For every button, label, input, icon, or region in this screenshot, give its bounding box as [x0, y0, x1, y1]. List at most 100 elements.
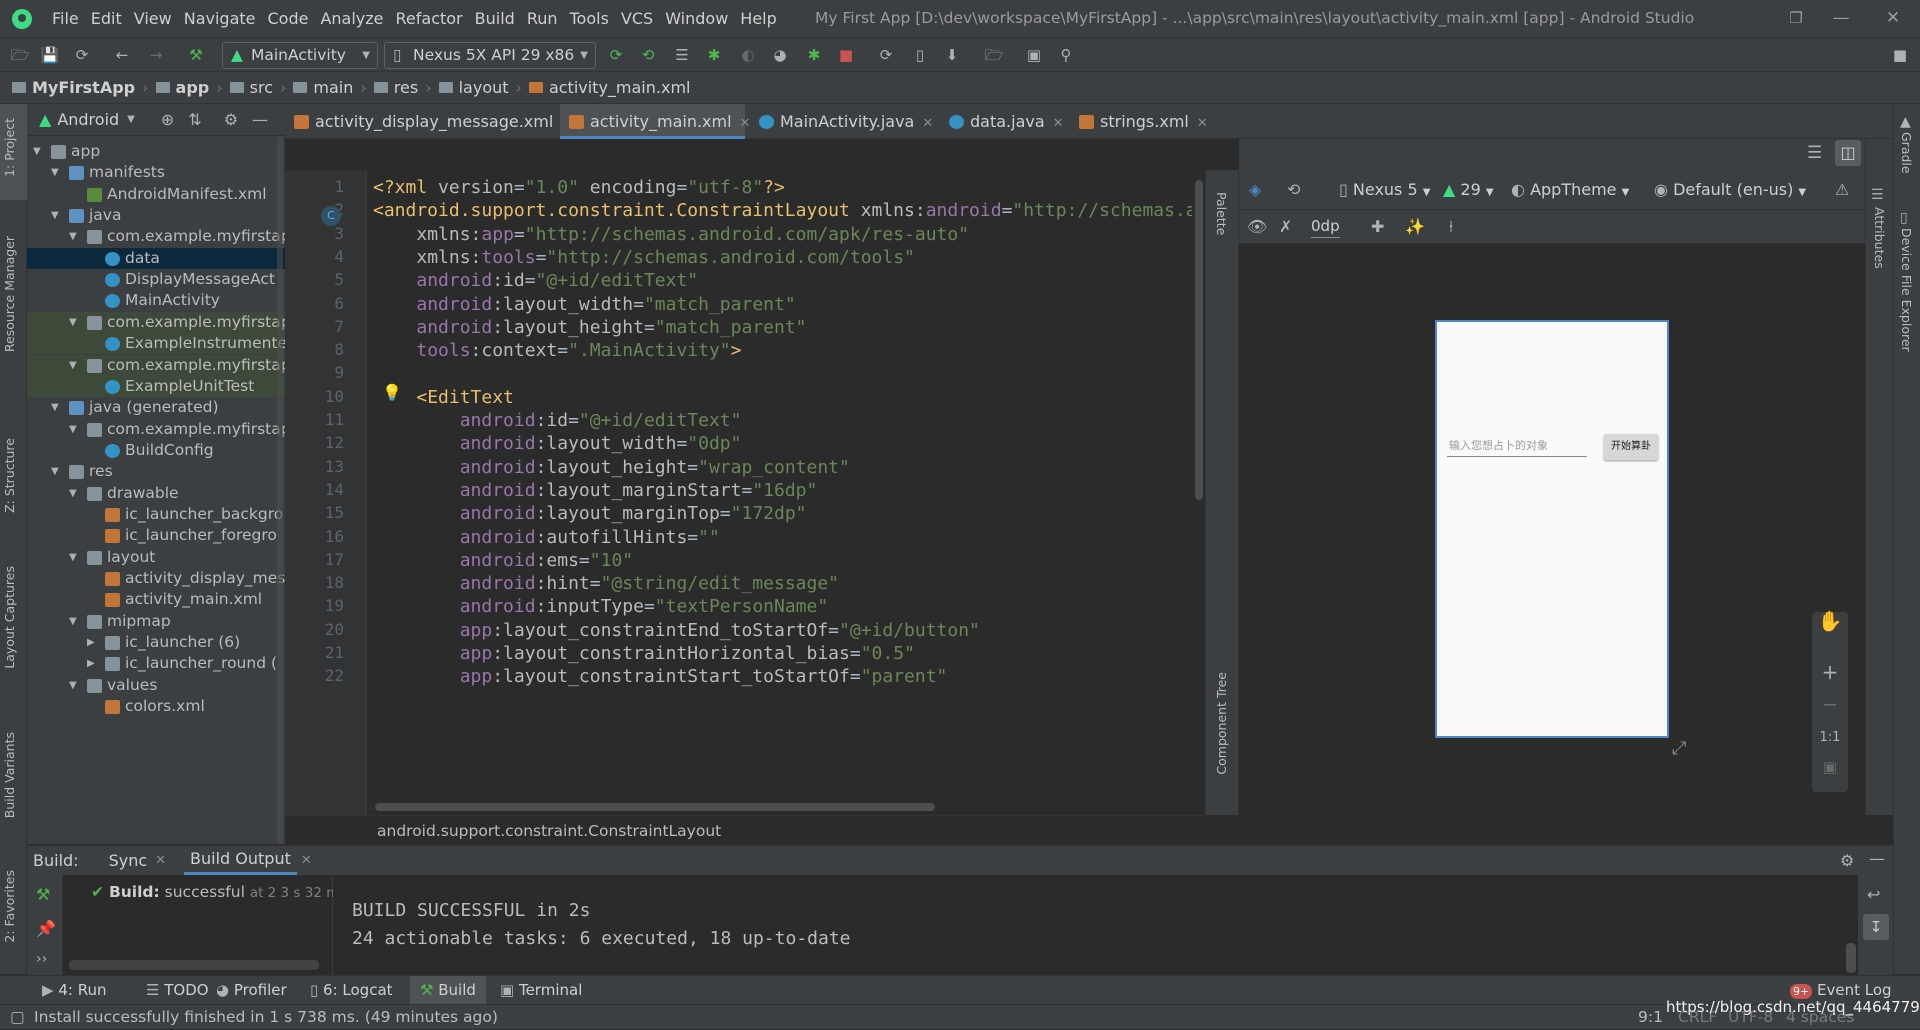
menu-view[interactable]: View [128, 0, 178, 37]
chevron-down-icon[interactable]: ▼ [69, 611, 77, 632]
tree-item[interactable]: AndroidManifest.xml [27, 184, 285, 205]
component-tree-tab[interactable]: Component Tree [1214, 672, 1229, 775]
menu-edit[interactable]: Edit [85, 0, 128, 37]
chevron-down-icon[interactable]: ▼ [69, 419, 77, 440]
apply-changes-icon[interactable]: ⟳ [606, 45, 626, 65]
make-project-icon[interactable]: ⚒ [186, 45, 206, 65]
palette-tab[interactable]: Palette [1214, 192, 1229, 235]
breadcrumb-item[interactable]: app › [155, 78, 230, 97]
avd-manager-icon[interactable]: ▯ [910, 45, 930, 65]
warning-icon[interactable]: ⚠ [1835, 179, 1849, 201]
menu-run[interactable]: Run [521, 0, 564, 37]
tool-tab-build-variants[interactable]: Build Variants [2, 732, 17, 818]
editor-tab[interactable]: activity_main.xml ✕ [560, 104, 750, 139]
tree-item[interactable]: ▼ com.example.myfirstap [27, 419, 285, 440]
breadcrumb-item[interactable]: src › [229, 78, 294, 97]
tool-tab-project[interactable]: 1: Project [2, 118, 17, 177]
sdk-manager-icon[interactable]: ⬇ [942, 45, 962, 65]
menu-help[interactable]: Help [734, 0, 782, 37]
breadcrumb-item[interactable]: main › [293, 78, 373, 97]
gradle-sync-icon[interactable]: ⟳ [876, 45, 896, 65]
tree-item[interactable]: ▶ ic_launcher (6) [27, 632, 285, 653]
make-icon[interactable]: ⚒ [36, 885, 50, 904]
menu-build[interactable]: Build [469, 0, 521, 37]
close-icon[interactable]: ✕ [1866, 0, 1920, 37]
guidelines-icon[interactable]: ⍿ [1449, 216, 1453, 238]
tree-item[interactable]: ExampleUnitTest [27, 375, 285, 397]
chevron-down-icon[interactable]: ▼ [69, 355, 77, 376]
code-view-icon[interactable]: ☰ [1807, 143, 1822, 163]
collapse-all-icon[interactable]: ⇅ [188, 110, 201, 129]
tool-tab-layout-captures[interactable]: Layout Captures [2, 566, 17, 669]
chevron-down-icon[interactable]: ▼ [69, 483, 77, 504]
editor-tab[interactable]: MainActivity.java ✕ [750, 104, 935, 139]
editor-tab[interactable]: strings.xml ✕ [1070, 104, 1210, 139]
breadcrumb-item[interactable]: activity_main.xml [528, 78, 690, 97]
tool-tab-profiler[interactable]: ◕ Profiler [216, 976, 287, 1005]
back-icon[interactable]: ← [112, 45, 132, 65]
tree-item[interactable]: ▼ res [27, 461, 285, 482]
build-tree-scrollbar[interactable] [69, 960, 319, 970]
layout-inspector-icon[interactable]: ▣ [1024, 45, 1044, 65]
coverage-icon[interactable]: ◐ [738, 45, 758, 65]
open-folder-icon[interactable]: 🗁 [10, 45, 30, 65]
menu-navigate[interactable]: Navigate [178, 0, 262, 37]
device-config-select[interactable]: ▯ Nexus 5 ▼ [1339, 179, 1430, 204]
editor-hscrollbar[interactable] [367, 800, 1192, 813]
chevron-down-icon[interactable]: ▼ [127, 114, 135, 125]
tool-tab-build[interactable]: ⚒ Build [410, 976, 486, 1005]
resize-handle-icon[interactable]: ⤢ [1672, 738, 1686, 759]
tool-tab-terminal[interactable]: ▣ Terminal [500, 976, 582, 1005]
run-list-icon[interactable]: ☰ [672, 45, 692, 65]
build-tab-output[interactable]: Build Output [184, 846, 297, 875]
project-structure-icon[interactable]: 🗁 [984, 45, 1004, 65]
tree-scrollbar[interactable] [277, 136, 283, 844]
chevron-down-icon[interactable]: ▼ [51, 205, 59, 226]
profile-icon[interactable]: ◕ [770, 45, 790, 65]
api-level-select[interactable]: ▲ 29 ▼ [1443, 179, 1494, 204]
stop-icon[interactable]: ■ [836, 45, 856, 65]
autoconnect-icon[interactable]: ✗ [1279, 216, 1292, 238]
tree-item[interactable]: ExampleInstrumente [27, 333, 285, 355]
tree-item[interactable]: ic_launcher_backgro [27, 504, 285, 525]
restore-icon[interactable]: ❐ [1776, 0, 1816, 37]
build-tab-sync[interactable]: Sync [109, 851, 148, 870]
save-icon[interactable]: 💾 [40, 45, 60, 65]
zoom-in-icon[interactable]: + [1812, 660, 1848, 684]
tree-item[interactable]: ▼ values [27, 675, 285, 696]
close-icon[interactable]: ✕ [922, 116, 933, 131]
tree-item[interactable]: ▶ ic_launcher_round ( [27, 653, 285, 674]
close-icon[interactable]: ✕ [740, 116, 751, 131]
chevron-down-icon[interactable]: ▼ [51, 461, 59, 482]
menu-code[interactable]: Code [262, 0, 315, 37]
default-margin-field[interactable]: 0dp [1311, 215, 1340, 238]
tree-item[interactable]: ic_launcher_foregro [27, 525, 285, 546]
apply-code-changes-icon[interactable]: ⟲ [638, 45, 658, 65]
search-icon[interactable]: ⚲ [1056, 45, 1076, 65]
chevron-down-icon[interactable]: ▼ [69, 312, 77, 333]
infer-constraints-icon[interactable]: ✨ [1405, 216, 1425, 238]
tree-item[interactable]: data [27, 247, 285, 269]
tool-tab-attributes[interactable]: Attributes [1872, 207, 1887, 269]
theme-select[interactable]: ◐ AppTheme ▼ [1511, 179, 1629, 204]
tree-item[interactable]: ▼ layout [27, 547, 285, 568]
zoom-out-icon[interactable]: − [1812, 692, 1848, 716]
chevron-down-icon[interactable]: ▼ [69, 226, 77, 247]
editor-tab[interactable]: activity_display_message.xml✕ [285, 104, 572, 139]
build-tree-item[interactable]: ✔ Build: successful at 2 3 s 32 ms [91, 883, 346, 901]
tree-item[interactable]: MainActivity [27, 290, 285, 311]
tree-item[interactable]: ▼ com.example.myfirstap [27, 226, 285, 247]
scroll-to-end-icon[interactable]: ↧ [1863, 914, 1889, 940]
tool-tab-device-file-explorer[interactable]: Device File Explorer [1899, 228, 1914, 352]
split-view-icon[interactable]: ◫ [1835, 140, 1861, 166]
tool-tab-structure[interactable]: Z: Structure [2, 438, 17, 513]
tree-item[interactable]: activity_main.xml [27, 589, 285, 610]
tree-item[interactable]: ▼ com.example.myfirstap [27, 354, 285, 376]
breadcrumb-item[interactable]: res › [373, 78, 439, 97]
caret-position[interactable]: 9:1 [1638, 1005, 1663, 1030]
forward-icon[interactable]: → [146, 45, 166, 65]
tree-item[interactable]: colors.xml [27, 696, 285, 717]
preview-button[interactable]: 开始算卦 [1604, 434, 1658, 460]
menu-tools[interactable]: Tools [564, 0, 615, 37]
close-icon[interactable]: ✕ [1197, 116, 1208, 131]
